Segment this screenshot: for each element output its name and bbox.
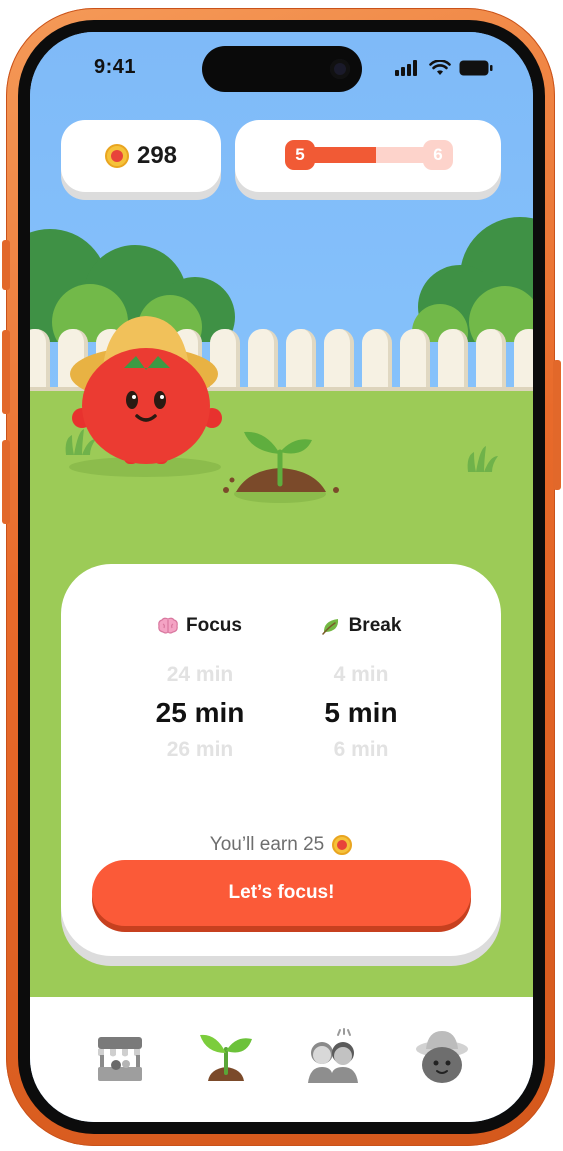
- grass-tuft-right-icon: [467, 446, 498, 472]
- seedling-sprout-icon: [223, 431, 339, 503]
- focus-option-selected[interactable]: 25 min: [120, 692, 280, 734]
- focus-option-next[interactable]: 26 min: [120, 734, 280, 766]
- hedge-bushes-right: [412, 217, 533, 342]
- timer-setup-card: Focus 24 min 25 min 26 min Break 4 min 5…: [61, 564, 501, 956]
- status-icons: [395, 60, 493, 76]
- brain-icon: [158, 617, 178, 634]
- break-column: Break 4 min 5 min 6 min: [281, 614, 441, 766]
- action-button: [2, 240, 10, 290]
- earn-label: You’ll earn 25: [209, 834, 325, 855]
- current-level-badge: 5: [285, 140, 315, 170]
- front-camera: [330, 59, 350, 79]
- break-option-selected[interactable]: 5 min: [281, 692, 441, 734]
- app-screen: 9:41 298 5 6 Focus 24 min 25 min 26 min …: [30, 32, 533, 1122]
- cellular-signal-icon: [395, 60, 417, 76]
- coin-balance-card[interactable]: 298: [61, 120, 221, 192]
- power-button: [553, 360, 561, 490]
- volume-up-button: [2, 330, 10, 414]
- bottom-tab-bar: [30, 997, 533, 1122]
- focus-column: Focus 24 min 25 min 26 min: [120, 614, 280, 766]
- shop-stand-icon[interactable]: [90, 1027, 150, 1087]
- lets-focus-button[interactable]: Let’s focus!: [92, 860, 471, 926]
- focus-title: Focus: [186, 615, 242, 636]
- battery-icon: [459, 60, 493, 76]
- earn-reward-text: You’ll earn 25: [61, 834, 501, 856]
- focus-option-prev[interactable]: 24 min: [120, 658, 280, 692]
- coin-count: 298: [136, 142, 178, 169]
- status-time: 9:41: [94, 56, 137, 78]
- level-progress-card[interactable]: 5 6: [235, 120, 501, 192]
- break-title: Break: [348, 615, 402, 636]
- next-level-badge: 6: [423, 140, 453, 170]
- tomato-mascot-icon: [69, 316, 222, 477]
- leaf-icon: [321, 619, 338, 635]
- level-progress-track: [299, 147, 439, 163]
- sprout-icon[interactable]: [196, 1027, 256, 1087]
- break-option-prev[interactable]: 4 min: [281, 658, 441, 692]
- break-option-next[interactable]: 6 min: [281, 734, 441, 766]
- farmer-avatar-icon[interactable]: [412, 1027, 472, 1087]
- wifi-icon: [429, 60, 451, 75]
- volume-down-button: [2, 440, 10, 524]
- dynamic-island: [202, 46, 362, 92]
- tomato-coin-icon: [104, 144, 129, 168]
- friends-icon[interactable]: [302, 1027, 362, 1087]
- tomato-coin-icon: [332, 835, 353, 855]
